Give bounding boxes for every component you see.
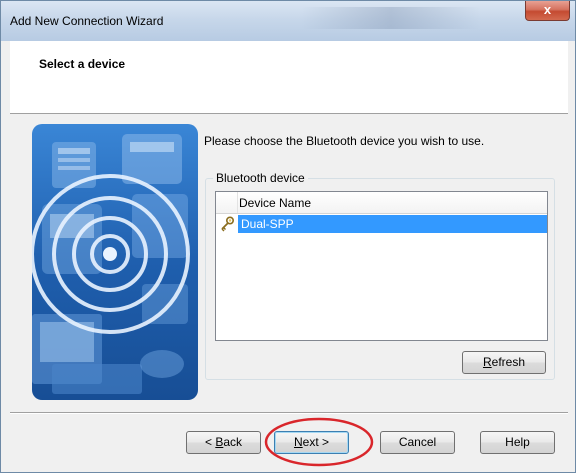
help-label: Help: [505, 435, 530, 449]
help-button[interactable]: Help: [480, 431, 555, 454]
device-name: Dual-SPP: [241, 217, 294, 231]
title-bar-reflection: [301, 7, 481, 29]
refresh-accel: R: [482, 355, 492, 369]
title-bar[interactable]: Add New Connection Wizard x: [1, 1, 575, 41]
cancel-button[interactable]: Cancel: [380, 431, 455, 454]
footer-divider: [10, 412, 568, 414]
refresh-button[interactable]: Refresh: [462, 351, 546, 374]
wizard-illustration: [32, 124, 198, 400]
bluetooth-device-group: Bluetooth device Device Name Dual-SPP Re…: [205, 171, 555, 380]
page-title: Select a device: [39, 57, 126, 71]
icon-column-header[interactable]: [216, 192, 238, 213]
instruction-text: Please choose the Bluetooth device you w…: [204, 134, 485, 148]
close-button[interactable]: x: [525, 1, 570, 21]
next-accel: N: [293, 435, 303, 449]
next-label: ext >: [302, 435, 330, 449]
back-label: ack: [223, 435, 243, 449]
cancel-label: Cancel: [398, 435, 437, 449]
wizard-window: Add New Connection Wizard x Select a dev…: [0, 0, 576, 473]
list-item[interactable]: Dual-SPP: [216, 215, 547, 233]
list-header: Device Name: [216, 192, 547, 214]
bluetooth-key-icon: [221, 216, 235, 232]
group-label: Bluetooth device: [213, 171, 308, 185]
wizard-header: Select a device: [10, 41, 568, 114]
next-button[interactable]: Next >: [274, 431, 349, 454]
back-button[interactable]: < Back: [186, 431, 261, 454]
device-list[interactable]: Device Name Dual-SPP: [215, 191, 548, 341]
window-title: Add New Connection Wizard: [10, 14, 164, 28]
close-icon: x: [543, 2, 552, 17]
wizard-content: Please choose the Bluetooth device you w…: [10, 114, 568, 412]
device-name-column-header[interactable]: Device Name: [239, 196, 311, 210]
bluetooth-devices-illustration-icon: [32, 124, 198, 400]
refresh-label: efresh: [491, 355, 526, 369]
back-prefix: <: [204, 435, 216, 449]
